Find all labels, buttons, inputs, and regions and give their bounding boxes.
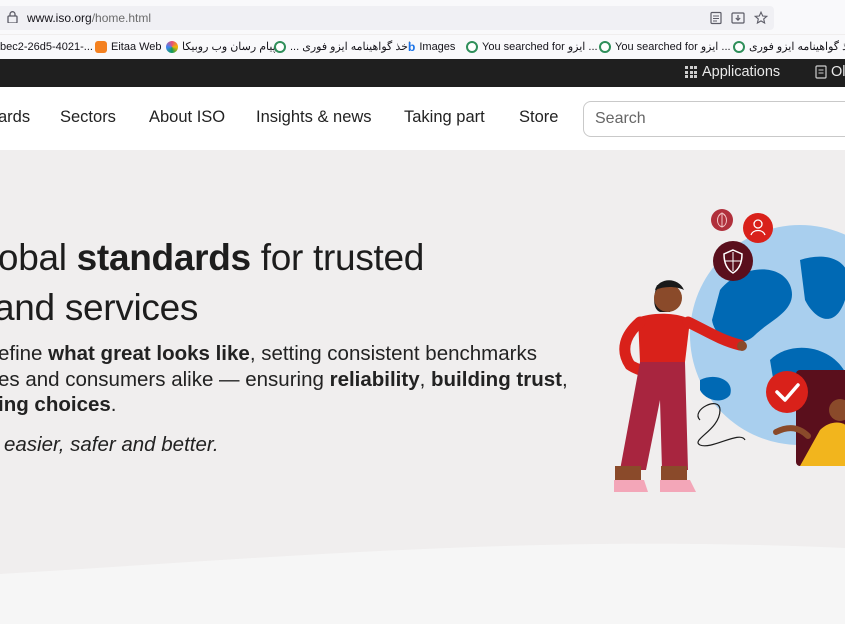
search-input[interactable] xyxy=(595,110,835,128)
applications-label: Applications xyxy=(702,64,781,80)
url-text[interactable]: www.iso.org/home.html xyxy=(27,11,151,25)
site-favicon-icon xyxy=(274,41,286,53)
bookmark-item[interactable]: اخذ گواهینامه ایزو فوری xyxy=(733,39,845,55)
hero-title-line2: and services xyxy=(0,287,199,328)
nav-item-sectors[interactable]: Sectors xyxy=(60,108,116,127)
hero-title-line1: lobal standards for trusted xyxy=(0,237,425,278)
site-favicon-icon xyxy=(466,41,478,53)
nav-item-store[interactable]: Store xyxy=(519,108,558,127)
grid-icon xyxy=(685,66,697,78)
nav-item-taking-part[interactable]: Taking part xyxy=(404,108,485,127)
ol-link[interactable]: Ol xyxy=(815,64,845,80)
bookmark-label: ... اخذ گواهینامه ایزو فوری xyxy=(290,41,411,53)
bookmark-star-icon[interactable] xyxy=(754,11,768,25)
browser-toolbar: www.iso.org/home.html xyxy=(0,0,845,34)
address-bar[interactable]: www.iso.org/home.html xyxy=(0,6,774,30)
ol-label: Ol xyxy=(831,64,845,80)
bookmark-label: Eitaa Web xyxy=(111,41,162,53)
bookmark-item[interactable]: b Images xyxy=(408,39,455,55)
applications-link[interactable]: Applications xyxy=(685,64,780,80)
hero-paragraph-line1: efine what great looks like, setting con… xyxy=(0,342,537,365)
bookmark-item[interactable]: You searched for ایزو ... xyxy=(466,39,598,55)
nav-item-standards[interactable]: ards xyxy=(0,108,30,127)
bookmark-label: اخذ گواهینامه ایزو فوری xyxy=(749,41,845,53)
bookmark-item[interactable]: Eitaa Web xyxy=(95,39,162,55)
lock-icon xyxy=(7,11,18,23)
main-nav: ards Sectors About ISO Insights & news T… xyxy=(0,87,845,150)
hero-tagline: easier, safer and better. xyxy=(4,433,219,456)
document-icon xyxy=(815,65,827,79)
bookmark-item[interactable]: پیام رسان وب روبیکا xyxy=(166,39,276,55)
hero-illustration xyxy=(614,209,845,492)
bing-icon: b xyxy=(408,40,416,54)
bookmark-item[interactable]: You searched for ایزو ... xyxy=(599,39,731,55)
eitaa-icon xyxy=(95,41,107,53)
rubika-icon xyxy=(166,41,178,53)
hero-bottom-wave xyxy=(0,543,845,624)
site-topbar: Applications Ol xyxy=(0,59,845,87)
check-badge-icon xyxy=(766,371,808,413)
bookmark-label: You searched for ایزو ... xyxy=(482,41,598,53)
bookmark-label: You searched for ایزو ... xyxy=(615,41,731,53)
bookmark-label: bec2-26d5-4021-... xyxy=(0,41,93,53)
hero-paragraph-line2: es and consumers alike — ensuring reliab… xyxy=(0,368,568,391)
bookmarks-bar: bec2-26d5-4021-... Eitaa Web پیام رسان و… xyxy=(0,35,845,59)
site-favicon-icon xyxy=(733,41,745,53)
install-app-icon[interactable] xyxy=(731,11,745,25)
site-favicon-icon xyxy=(599,41,611,53)
nav-item-insights-news[interactable]: Insights & news xyxy=(256,108,372,127)
bookmark-item[interactable]: bec2-26d5-4021-... xyxy=(0,39,93,55)
bookmark-label: Images xyxy=(419,41,456,53)
reader-view-icon[interactable] xyxy=(709,11,723,25)
hero-paragraph-line3: ing choices. xyxy=(0,393,117,416)
bookmark-item[interactable]: ... اخذ گواهینامه ایزو فوری xyxy=(274,39,411,55)
nav-item-about-iso[interactable]: About ISO xyxy=(149,108,225,127)
bookmark-label: پیام رسان وب روبیکا xyxy=(182,41,276,53)
search-box xyxy=(583,101,845,137)
